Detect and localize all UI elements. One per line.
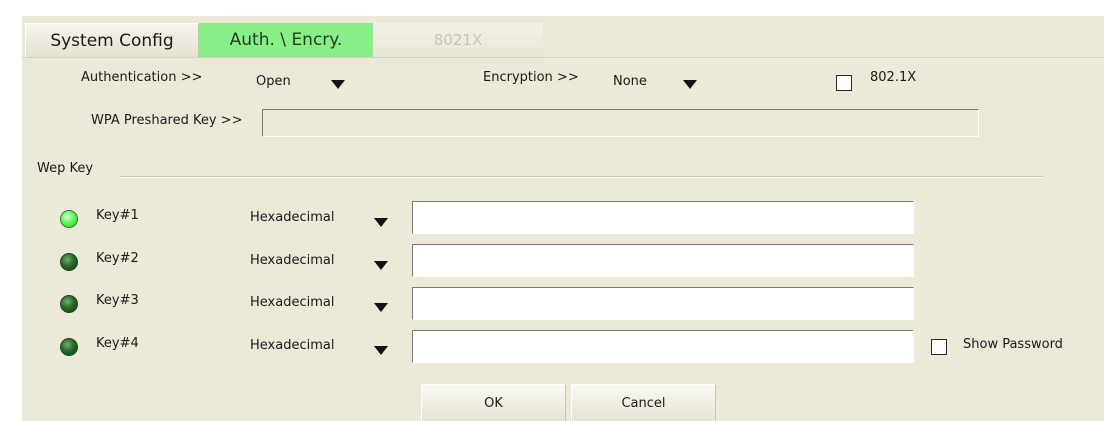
chevron-down-icon [374, 303, 388, 312]
authentication-value: Open [256, 74, 291, 89]
wpa-preshared-key-input[interactable] [262, 109, 979, 137]
key3-format-value: Hexadecimal [250, 295, 335, 310]
key1-format-value: Hexadecimal [250, 210, 335, 225]
key1-format-select[interactable]: Hexadecimal [244, 208, 399, 230]
wep-key-group-divider [120, 176, 1043, 178]
key3-status-led-icon[interactable] [60, 295, 78, 313]
key4-format-select[interactable]: Hexadecimal [244, 336, 399, 358]
key1-status-led-icon[interactable] [60, 210, 78, 228]
encryption-label: Encryption >> [483, 70, 579, 85]
dot1x-label: 802.1X [870, 70, 917, 85]
ok-button[interactable]: OK [421, 384, 566, 421]
chevron-down-icon [683, 80, 697, 89]
key2-input[interactable] [412, 244, 914, 277]
key2-format-value: Hexadecimal [250, 253, 335, 268]
wpa-preshared-key-label: WPA Preshared Key >> [91, 113, 243, 128]
key4-format-value: Hexadecimal [250, 338, 335, 353]
key2-status-led-icon[interactable] [60, 253, 78, 271]
chevron-down-icon [374, 261, 388, 270]
key4-status-led-icon[interactable] [60, 338, 78, 356]
key3-format-select[interactable]: Hexadecimal [244, 293, 399, 315]
chevron-down-icon [374, 218, 388, 227]
tab-auth-encry[interactable]: Auth. \ Encry. [199, 23, 373, 57]
chevron-down-icon [331, 80, 345, 89]
key2-label: Key#2 [96, 251, 139, 266]
wep-key-group-label: Wep Key [37, 161, 94, 176]
key4-label: Key#4 [96, 336, 139, 351]
tab-strip-border [22, 57, 1104, 58]
key1-input[interactable] [412, 201, 914, 234]
tab-system-config[interactable]: System Config [25, 23, 199, 57]
dot1x-checkbox[interactable] [836, 75, 852, 91]
key2-format-select[interactable]: Hexadecimal [244, 251, 399, 273]
chevron-down-icon [374, 346, 388, 355]
key4-input[interactable] [412, 330, 914, 363]
authentication-select[interactable]: Open [250, 72, 372, 94]
cancel-button[interactable]: Cancel [571, 384, 716, 421]
show-password-label: Show Password [963, 337, 1063, 352]
encryption-select[interactable]: None [607, 72, 707, 94]
authentication-label: Authentication >> [81, 70, 203, 85]
key3-label: Key#3 [96, 293, 139, 308]
key3-input[interactable] [412, 287, 914, 320]
show-password-checkbox[interactable] [931, 339, 947, 355]
encryption-value: None [613, 74, 647, 89]
tab-8021x: 8021X [373, 23, 543, 57]
key1-label: Key#1 [96, 208, 139, 223]
